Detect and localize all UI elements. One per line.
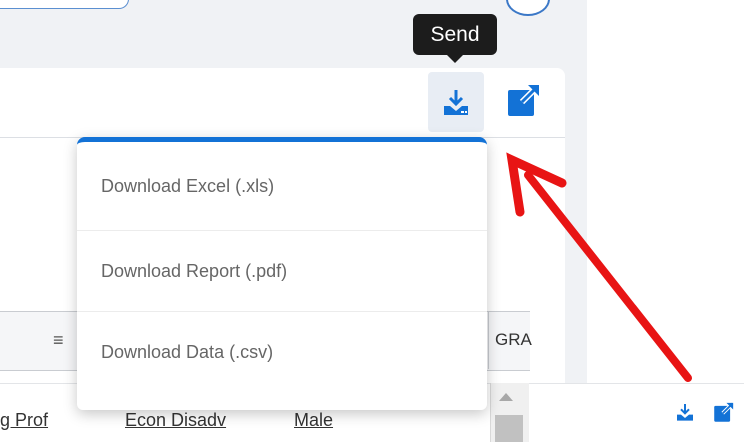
row-link-econ-disadv[interactable]: Econ Disadv [125,410,226,431]
download-icon [444,90,468,115]
external-link-icon[interactable] [713,401,735,423]
column-header-grade[interactable]: GRA [495,330,532,350]
column-menu-icon[interactable]: ≡ [53,330,64,351]
scroll-thumb[interactable] [495,415,523,442]
open-external-button[interactable] [502,78,546,122]
row-link-prof[interactable]: g Prof [0,410,48,431]
tooltip-tail [446,54,464,63]
download-button[interactable] [428,72,484,132]
top-input-edge[interactable] [0,0,129,9]
download-report-option[interactable]: Download Report (.pdf) [77,231,487,312]
send-tooltip: Send [413,14,497,55]
column-separator [488,311,489,369]
download-excel-option[interactable]: Download Excel (.xls) [77,142,487,231]
download-data-option[interactable]: Download Data (.csv) [77,312,487,392]
scroll-up-icon[interactable] [499,393,513,401]
download-icon[interactable] [675,402,695,422]
row-link-male[interactable]: Male [294,410,333,431]
external-link-icon [508,83,541,116]
download-dropdown-menu: Download Excel (.xls) Download Report (.… [77,137,487,410]
